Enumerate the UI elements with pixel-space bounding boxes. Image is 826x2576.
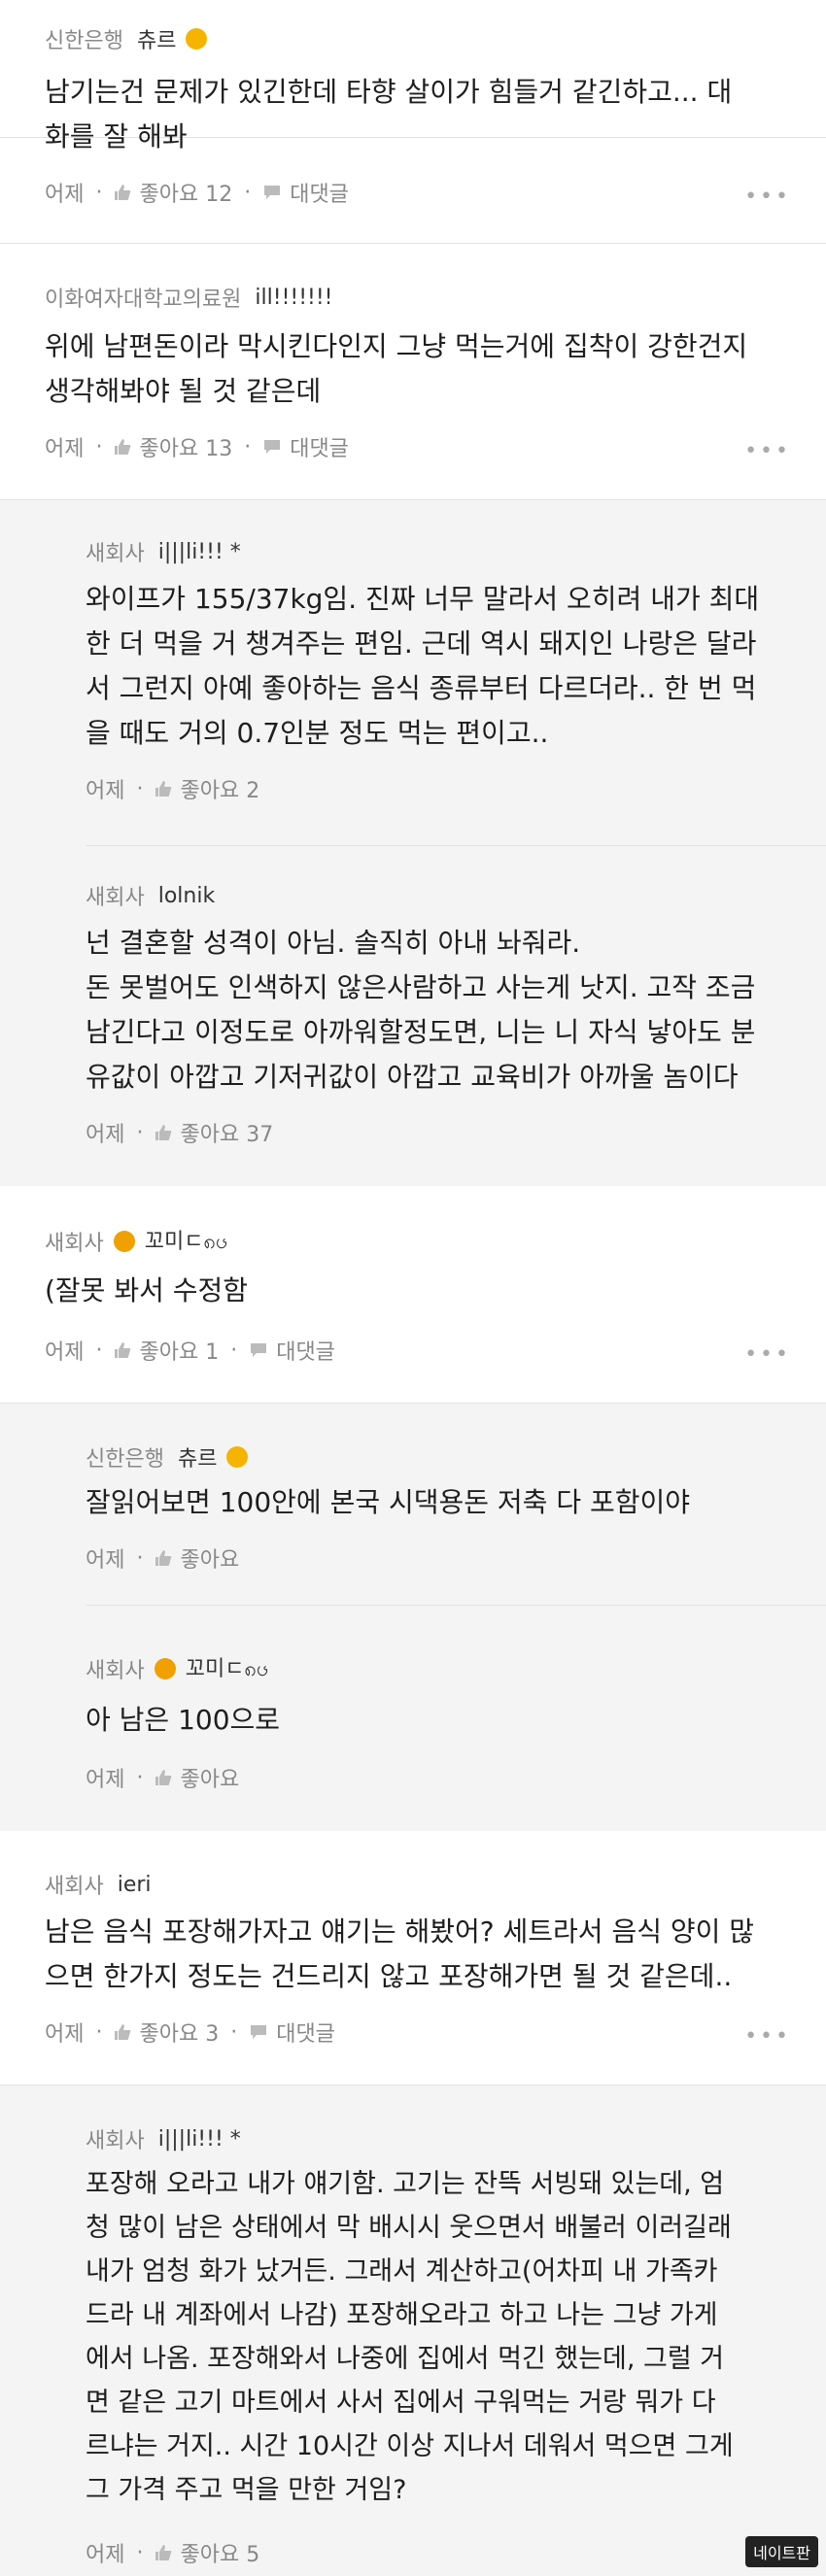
comment-actions: 어제 · 좋아요 2 — [86, 773, 259, 804]
thumbs-up-icon[interactable] — [114, 184, 131, 201]
comment-text: 포장해 오라고 내가 얘기함. 고기는 잔뜩 서빙돼 있는데, 엄 청 많이 남… — [86, 2169, 734, 2505]
company-name: 이화여자대학교의료원 — [45, 288, 242, 312]
like-count[interactable]: 좋아요 — [180, 1762, 239, 1793]
nickname[interactable]: i|||li!!! * — [158, 2127, 241, 2152]
nickname[interactable]: 꼬미ㄷ၈ၒ — [186, 1651, 269, 1686]
divider — [0, 243, 826, 244]
time-label: 어제 — [86, 1123, 125, 1147]
time-label: 어제 — [86, 2543, 125, 2567]
time-label: 어제 — [45, 437, 85, 461]
comment-text: 남은 음식 포장해가자고 얘기는 해봤어? 세트라서 음식 양이 많 으면 한가… — [45, 1915, 755, 1992]
reply-bubble-icon[interactable] — [249, 1341, 268, 1359]
comment-actions: 어제 · 좋아요 12 · 대댓글 — [45, 177, 349, 208]
comment-text: 남기는건 문제가 있긴한데 타향 살이가 힘들거 같긴하고... 대 화를 잘 … — [45, 76, 733, 153]
emoji-icon — [226, 1446, 249, 1468]
comment: 신한은행 츄르 남기는건 문제가 있긴한데 타향 살이가 힘들거 같긴하고...… — [0, 0, 826, 153]
comment-meta: 새회사 lolnik — [86, 880, 215, 911]
thumbs-up-icon[interactable] — [114, 1341, 131, 1359]
comment-actions: 어제 · 좋아요 5 — [86, 2537, 259, 2568]
reply-link[interactable]: 대댓글 — [276, 2017, 335, 2048]
like-count[interactable]: 좋아요 13 — [139, 431, 232, 462]
nickname[interactable]: i|||li!!! * — [158, 540, 241, 564]
comment-text: 잘읽어보면 100안에 본국 시댁용돈 저축 다 포함이야 — [86, 1486, 691, 1518]
comment-actions: 어제 · 좋아요 1 · 대댓글 — [45, 1335, 335, 1366]
divider — [86, 1605, 826, 1606]
comment-actions: 어제 · 좋아요 37 — [86, 1117, 273, 1148]
comment-actions: 어제 · 좋아요 — [86, 1762, 239, 1793]
company-name: 새회사 — [86, 1659, 145, 1683]
nickname[interactable]: 츄르 — [137, 23, 176, 54]
emoji-icon — [113, 1231, 135, 1252]
time-label: 어제 — [45, 1340, 85, 1365]
nickname[interactable]: 꼬미ㄷ၈ၒ — [145, 1224, 228, 1259]
comment-text: 아 남은 100으로 — [86, 1704, 281, 1736]
company-name: 새회사 — [86, 2129, 145, 2153]
thumbs-up-icon[interactable] — [155, 780, 172, 797]
more-options-icon[interactable]: ••• — [744, 1342, 791, 1367]
thumbs-up-icon[interactable] — [155, 2544, 172, 2561]
time-label: 어제 — [45, 2022, 85, 2047]
comment-meta: 새회사 i|||li!!! * — [86, 2123, 241, 2154]
nickname[interactable]: ill!!!!!!! — [255, 286, 332, 310]
like-count[interactable]: 좋아요 5 — [180, 2537, 259, 2568]
comment-meta: 이화여자대학교의료원 ill!!!!!!! — [45, 282, 332, 313]
comment-actions: 어제 · 좋아요 — [86, 1542, 239, 1574]
thumbs-up-icon[interactable] — [155, 1124, 172, 1141]
thumbs-up-icon[interactable] — [155, 1549, 172, 1567]
company-name: 신한은행 — [86, 1447, 164, 1472]
nickname[interactable]: lolnik — [158, 884, 215, 908]
thumbs-up-icon[interactable] — [114, 438, 131, 456]
comment-actions: 어제 · 좋아요 13 · 대댓글 — [45, 431, 349, 462]
emoji-icon — [186, 28, 208, 50]
thumbs-up-icon[interactable] — [114, 2023, 131, 2041]
company-name: 새회사 — [45, 1875, 104, 1899]
nickname[interactable]: ieri — [118, 1873, 152, 1897]
site-watermark: 네이트판 — [745, 2536, 818, 2567]
like-count[interactable]: 좋아요 3 — [139, 2017, 219, 2048]
thumbs-up-icon[interactable] — [155, 1769, 172, 1786]
like-count[interactable]: 좋아요 37 — [180, 1117, 273, 1148]
more-options-icon[interactable]: ••• — [744, 439, 791, 463]
comment-meta: 새회사 꼬미ㄷ၈ၒ — [45, 1224, 227, 1259]
comment-meta: 신한은행 츄르 — [45, 23, 208, 54]
company-name: 새회사 — [45, 1232, 104, 1256]
like-count[interactable]: 좋아요 12 — [139, 177, 232, 208]
more-options-icon[interactable]: ••• — [744, 2024, 791, 2049]
time-label: 어제 — [86, 1768, 125, 1792]
reply-link[interactable]: 대댓글 — [276, 1335, 335, 1366]
comment-text: 위에 남편돈이라 막시킨다인지 그냥 먹는거에 집착이 강한건지 생각해봐야 될… — [45, 330, 748, 407]
reply-bubble-icon[interactable] — [262, 438, 282, 456]
time-label: 어제 — [86, 779, 125, 803]
reply-link[interactable]: 대댓글 — [290, 431, 349, 462]
time-label: 어제 — [86, 1548, 125, 1573]
comment-text: (잘못 봐서 수정함 — [45, 1274, 249, 1306]
reply-link[interactable]: 대댓글 — [290, 177, 349, 208]
like-count[interactable]: 좋아요 2 — [180, 773, 259, 804]
like-count[interactable]: 좋아요 1 — [139, 1335, 219, 1366]
company-name: 새회사 — [86, 542, 145, 566]
divider — [86, 845, 826, 846]
more-options-icon[interactable]: ••• — [744, 185, 791, 209]
emoji-icon — [154, 1658, 176, 1679]
time-label: 어제 — [45, 183, 85, 207]
like-count[interactable]: 좋아요 — [180, 1542, 239, 1574]
comment-meta: 새회사 ieri — [45, 1869, 152, 1900]
company-name: 신한은행 — [45, 29, 123, 53]
reply-bubble-icon[interactable] — [249, 2023, 268, 2041]
comment-actions: 어제 · 좋아요 3 · 대댓글 — [45, 2017, 335, 2048]
comment-meta: 새회사 i|||li!!! * — [86, 536, 241, 567]
comment-meta: 신한은행 츄르 — [86, 1441, 249, 1473]
comment-text: 넌 결혼할 성격이 아님. 솔직히 아내 놔줘라. 돈 못벌어도 인색하지 않은… — [86, 927, 756, 1093]
comment-text: 와이프가 155/37kg임. 진짜 너무 말라서 오히려 내가 최대 한 더 … — [86, 583, 760, 749]
reply-bubble-icon[interactable] — [262, 184, 282, 201]
comment-meta: 새회사 꼬미ㄷ၈ၒ — [86, 1651, 268, 1686]
company-name: 새회사 — [86, 886, 145, 910]
nickname[interactable]: 츄르 — [178, 1441, 217, 1473]
